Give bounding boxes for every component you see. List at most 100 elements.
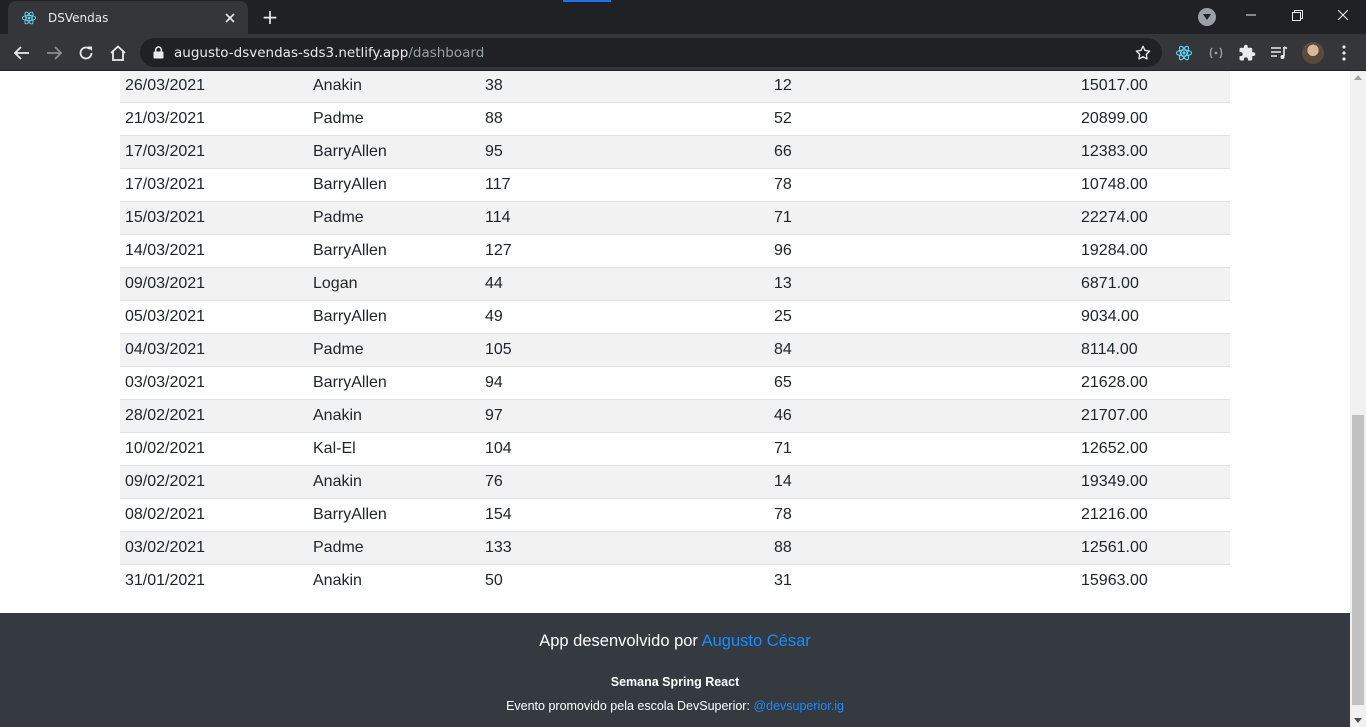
url-path: /dashboard (408, 44, 485, 61)
seller-name: BarryAllen (313, 374, 387, 391)
clients-visited: 50 (485, 572, 503, 589)
seller-name: Padme (313, 341, 364, 358)
deals-closed: 88 (774, 539, 792, 556)
minimize-button[interactable] (1228, 0, 1274, 30)
sale-amount: 19284.00 (1081, 242, 1148, 259)
deals-closed: 65 (774, 374, 792, 391)
browser-toolbar: augusto-dsvendas-sds3.netlify.app/dashbo… (0, 34, 1366, 71)
clients-visited: 76 (485, 473, 503, 490)
table-row: 03/02/2021 Padme 133 88 12561.00 (120, 531, 1230, 564)
table-row: 08/02/2021 BarryAllen 154 78 21216.00 (120, 498, 1230, 531)
sale-date: 14/03/2021 (125, 242, 206, 259)
redux-devtools-icon[interactable] (1206, 43, 1226, 63)
tab-title: DSVendas (48, 10, 109, 25)
seller-name: BarryAllen (313, 506, 387, 523)
close-window-button[interactable] (1320, 0, 1366, 30)
deals-closed: 13 (774, 275, 792, 292)
tab-strip-accent (563, 0, 611, 2)
clients-visited: 127 (485, 242, 512, 259)
table-row: 28/02/2021 Anakin 97 46 21707.00 (120, 399, 1230, 432)
scroll-up-arrow[interactable] (1354, 75, 1362, 80)
seller-name: Padme (313, 110, 364, 127)
profile-avatar[interactable] (1302, 42, 1324, 64)
scroll-down-arrow[interactable] (1354, 718, 1362, 723)
sale-date: 03/02/2021 (125, 539, 206, 556)
seller-name: Logan (313, 275, 358, 292)
reload-button[interactable] (73, 40, 99, 66)
react-icon (20, 9, 38, 27)
table-row: 14/03/2021 BarryAllen 127 96 19284.00 (120, 234, 1230, 267)
clients-visited: 133 (485, 539, 512, 556)
footer: App desenvolvido por Augusto César Seman… (0, 613, 1350, 727)
close-tab-icon[interactable] (220, 8, 240, 28)
clients-visited: 154 (485, 506, 512, 523)
sale-date: 10/02/2021 (125, 440, 206, 457)
deals-closed: 12 (774, 77, 792, 94)
back-button[interactable] (9, 40, 35, 66)
table-row: 15/03/2021 Padme 114 71 22274.00 (120, 201, 1230, 234)
lock-icon[interactable] (151, 46, 165, 60)
sale-date: 09/03/2021 (125, 275, 206, 292)
sale-date: 04/03/2021 (125, 341, 206, 358)
event-promo: Evento promovido pela escola DevSuperior… (0, 699, 1350, 713)
extensions-puzzle-icon[interactable] (1237, 43, 1257, 63)
chrome-menu-icon[interactable] (1334, 43, 1354, 63)
clients-visited: 114 (485, 209, 511, 226)
sale-amount: 15963.00 (1081, 572, 1148, 589)
url-text: augusto-dsvendas-sds3.netlify.app/dashbo… (174, 45, 484, 61)
seller-name: Anakin (313, 77, 362, 94)
sale-amount: 21628.00 (1081, 374, 1148, 391)
table-row: 31/01/2021 Anakin 50 31 15963.00 (120, 564, 1230, 597)
sale-amount: 15017.00 (1081, 77, 1148, 94)
page-scrollbar[interactable] (1350, 71, 1366, 727)
sales-table: 26/03/2021 Anakin 38 12 15017.00 21/03/2021 Pa… (120, 71, 1230, 597)
react-devtools-icon[interactable] (1174, 43, 1194, 63)
deals-closed: 46 (774, 407, 792, 424)
bookmark-star-icon[interactable] (1134, 44, 1152, 62)
table-row: 21/03/2021 Padme 88 52 20899.00 (120, 102, 1230, 135)
deals-closed: 25 (774, 308, 792, 325)
clients-visited: 104 (485, 440, 512, 457)
clients-visited: 95 (485, 143, 503, 160)
seller-name: Anakin (313, 407, 362, 424)
scroll-thumb[interactable] (1352, 415, 1364, 705)
table-row: 17/03/2021 BarryAllen 117 78 10748.00 (120, 168, 1230, 201)
deals-closed: 78 (774, 176, 792, 193)
table-row: 17/03/2021 BarryAllen 95 66 12383.00 (120, 135, 1230, 168)
table-row: 05/03/2021 BarryAllen 49 25 9034.00 (120, 300, 1230, 333)
home-button[interactable] (105, 40, 131, 66)
footer-credit: App desenvolvido por Augusto César (0, 632, 1350, 651)
seller-name: BarryAllen (313, 176, 387, 193)
deals-closed: 14 (774, 473, 792, 490)
deals-closed: 84 (774, 341, 792, 358)
sale-amount: 19349.00 (1081, 473, 1148, 490)
deals-closed: 31 (774, 572, 792, 589)
tab-search-button[interactable] (1198, 8, 1216, 26)
sale-amount: 6871.00 (1081, 275, 1139, 292)
sale-date: 26/03/2021 (125, 77, 206, 94)
media-queue-icon[interactable] (1269, 43, 1289, 63)
tab-strip: DSVendas + (0, 0, 1366, 34)
seller-name: Padme (313, 209, 364, 226)
deals-closed: 71 (774, 440, 792, 457)
browser-tab-active[interactable]: DSVendas (8, 1, 248, 34)
clients-visited: 117 (485, 176, 511, 193)
deals-closed: 71 (774, 209, 792, 226)
address-bar[interactable]: augusto-dsvendas-sds3.netlify.app/dashbo… (140, 38, 1162, 67)
restore-button[interactable] (1274, 0, 1320, 30)
sale-amount: 8114.00 (1081, 341, 1138, 358)
sale-amount: 12383.00 (1081, 143, 1148, 160)
clients-visited: 44 (485, 275, 503, 292)
forward-button[interactable] (41, 40, 67, 66)
new-tab-button[interactable]: + (258, 6, 282, 28)
sale-date: 09/02/2021 (125, 473, 206, 490)
sale-date: 21/03/2021 (125, 110, 206, 127)
devsuperior-instagram-link[interactable]: @devsuperior.ig (753, 699, 844, 713)
sale-date: 31/01/2021 (125, 572, 206, 589)
clients-visited: 105 (485, 341, 512, 358)
seller-name: Padme (313, 539, 364, 556)
table-row: 09/02/2021 Anakin 76 14 19349.00 (120, 465, 1230, 498)
author-link[interactable]: Augusto César (702, 632, 811, 650)
sale-amount: 21216.00 (1081, 506, 1148, 523)
url-host: augusto-dsvendas-sds3.netlify.app (174, 44, 409, 61)
